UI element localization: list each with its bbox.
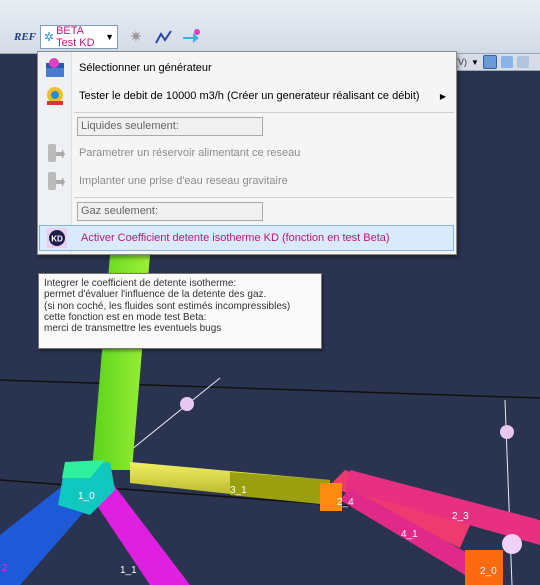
node-label-2-3: 2_3 <box>452 511 469 522</box>
transfer-arrows-icon[interactable] <box>179 26 203 48</box>
section-liquides: Liquides seulement: <box>77 117 263 136</box>
menu-item-reservoir: Parametrer un réservoir alimentant ce re… <box>38 140 456 166</box>
node-label-4-1: 4_1 <box>401 529 418 540</box>
ref-label: REF <box>13 31 36 43</box>
rotate-icon[interactable] <box>482 55 497 69</box>
menu-item-label: Tester le debit de 10000 m3/h (Créer un … <box>79 90 420 102</box>
section-gaz: Gaz seulement: <box>77 202 263 221</box>
pan-icon[interactable] <box>500 56 513 68</box>
node-label-2-4: 2_4 <box>337 497 354 508</box>
menu-item-label: Sélectionner un générateur <box>79 62 212 74</box>
menu-item-label: Parametrer un réservoir alimentant ce re… <box>79 147 301 159</box>
kd-icon-text: KD <box>51 235 63 244</box>
menu-item-activate-kd[interactable]: KD Activer Coefficient detente isotherme… <box>39 225 454 251</box>
zoom-icon[interactable] <box>516 56 529 68</box>
beta-button-label: BETA Test KD <box>56 25 95 49</box>
menu-item-label: Activer Coefficient detente isotherme KD… <box>81 232 390 244</box>
tooltip-line: permet d'évaluer l'influence de la deten… <box>44 289 267 301</box>
toolbar: REF ✲ BETA Test KD ▼ ✷ (V) ▼ <box>0 0 540 71</box>
secondary-toolbar: (V) ▼ <box>455 54 540 71</box>
kd-icon: KD <box>45 226 69 250</box>
chart-curve-icon[interactable] <box>152 26 176 48</box>
generator-star-icon <box>43 56 67 80</box>
tooltip-line: merci de transmettre les eventuels bugs <box>44 323 222 335</box>
settings-star-icon[interactable]: ✷ <box>125 26 147 48</box>
test-flow-icon <box>43 84 67 108</box>
menu-separator <box>74 197 454 198</box>
chevron-down-icon: ▼ <box>105 32 114 42</box>
menu-item-select-generator[interactable]: Sélectionner un générateur <box>38 55 456 81</box>
beta-test-kd-dropdown[interactable]: ✲ BETA Test KD ▼ <box>40 25 118 49</box>
ref-button[interactable]: REF <box>10 26 40 48</box>
node-label-1-1: 1_1 <box>120 565 137 576</box>
reservoir-icon <box>43 141 67 165</box>
node-label-1-0: 1_0 <box>78 491 95 502</box>
tooltip-line: Integrer le coefficient de detente isoth… <box>44 278 237 289</box>
node-label-3-1: 3_1 <box>230 485 247 496</box>
node-label-2: 2 <box>2 563 8 574</box>
tooltip-line: (si non coché, les fluides sont estimés … <box>44 300 291 312</box>
menu-item-test-flow[interactable]: Tester le debit de 10000 m3/h (Créer un … <box>38 83 456 109</box>
beta-dropdown-menu: Sélectionner un générateur Tester le deb… <box>37 51 457 255</box>
menu-item-label: Implanter une prise d'eau reseau gravita… <box>79 175 288 187</box>
node-label-2-0: 2_0 <box>480 566 497 577</box>
water-intake-icon <box>43 169 67 193</box>
kd-tooltip: Integrer le coefficient de detente isoth… <box>38 273 322 349</box>
flow-gear-icon: ✲ <box>44 30 55 44</box>
menu-item-water-intake: Implanter une prise d'eau reseau gravita… <box>38 168 456 194</box>
chevron-down-icon[interactable]: ▼ <box>471 58 479 67</box>
submenu-arrow-icon: ▶ <box>439 91 446 101</box>
tooltip-line: cette fonction est en mode test Beta: <box>44 311 207 323</box>
menu-separator <box>74 112 454 113</box>
